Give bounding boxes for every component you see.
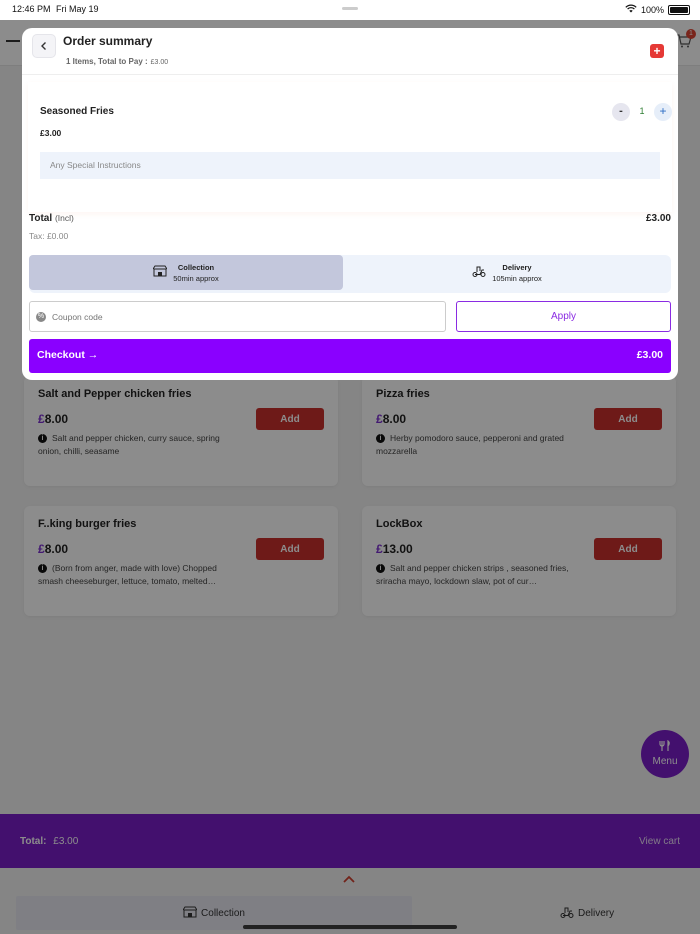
total-label-text: Total	[29, 213, 53, 224]
collection-time: 50min approx	[173, 273, 219, 283]
discount-icon: %	[36, 311, 46, 322]
checkout-amount: £3.00	[636, 349, 663, 361]
status-time: 12:46 PM	[12, 4, 51, 14]
divider	[22, 74, 678, 75]
collection-text: Collection 50min approx	[173, 262, 218, 284]
cart-item-price: £3.00	[40, 128, 62, 138]
modal-subtitle: 1 Items, Total to Pay : £3.00	[66, 57, 168, 66]
chevron-left-icon	[41, 42, 46, 50]
subtitle-text: 1 Items, Total to Pay :	[66, 57, 148, 66]
status-date: Fri May 19	[56, 4, 99, 14]
battery-percent: 100%	[640, 4, 664, 15]
modal-title: Order summary	[63, 34, 153, 48]
checkout-label: Checkout →	[37, 349, 98, 361]
tax-line: Tax: £0.00	[29, 231, 69, 241]
special-instructions-field[interactable]: Any Special Instructions	[40, 152, 660, 179]
delivery-option[interactable]: Delivery 105min approx	[343, 255, 671, 290]
checkout-button[interactable]: Checkout → £3.00	[29, 339, 671, 373]
delivery-time: 105min approx	[492, 273, 542, 283]
quantity-value: 1	[639, 106, 645, 116]
apply-coupon-button[interactable]: Apply	[456, 301, 671, 332]
cart-item: Seasoned Fries £3.00 - 1 + Any Special I…	[28, 82, 672, 212]
cart-item-name: Seasoned Fries	[40, 106, 114, 117]
subtitle-amount: £3.00	[150, 59, 169, 66]
arrow-right-icon: →	[87, 349, 99, 361]
increment-button[interactable]: +	[654, 103, 672, 121]
status-right: 100%	[625, 4, 690, 15]
delivery-text: Delivery 105min approx	[492, 262, 542, 284]
back-button[interactable]	[32, 34, 56, 58]
order-summary-modal: Order summary 1 Items, Total to Pay : £3.…	[22, 28, 678, 380]
delivery-name: Delivery	[502, 262, 532, 272]
scooter-icon	[472, 265, 486, 280]
total-value: £3.00	[645, 213, 671, 224]
collection-option[interactable]: Collection 50min approx	[29, 255, 343, 290]
status-bar: 12:46 PM Fri May 19 100%	[0, 0, 700, 20]
coupon-field[interactable]: %	[29, 301, 446, 332]
fulfilment-mode-toggle: Collection 50min approx Delivery 105min ap…	[29, 255, 671, 293]
decrement-button[interactable]: -	[612, 103, 630, 121]
wifi-icon	[625, 4, 637, 15]
total-incl: (Incl)	[54, 213, 74, 223]
home-indicator[interactable]	[243, 925, 457, 929]
shop-icon	[152, 265, 168, 280]
multitask-handle[interactable]	[342, 7, 358, 10]
battery-icon	[668, 4, 690, 15]
total-label: Total (Incl)	[29, 213, 74, 224]
coupon-input[interactable]	[52, 311, 412, 322]
checkout-text: Checkout	[37, 349, 85, 361]
add-more-icon[interactable]: +	[650, 44, 664, 58]
quantity-stepper: - 1 +	[612, 103, 672, 121]
collection-name: Collection	[177, 262, 215, 272]
